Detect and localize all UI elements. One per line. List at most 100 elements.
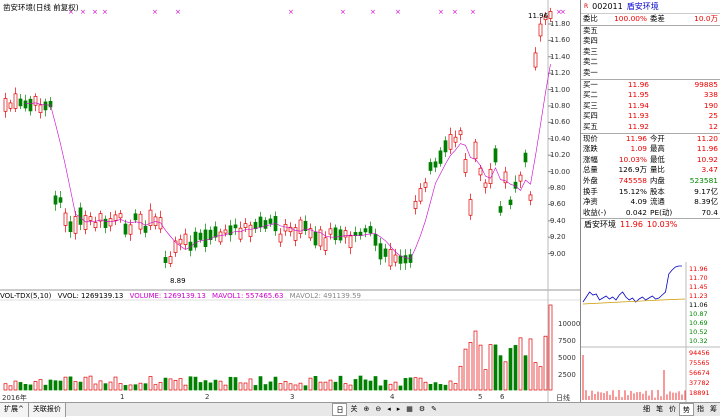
mini-volume-tick: 94456 — [689, 349, 710, 357]
tab-expand[interactable]: 扩展^ — [0, 402, 29, 417]
sell-volume — [649, 36, 718, 47]
candle-body — [218, 231, 223, 243]
weicha-label: 委差 — [650, 14, 665, 23]
tool-zoom-out-icon[interactable]: ⊖ — [372, 403, 384, 416]
right-tab-detail[interactable]: 细 — [640, 403, 653, 416]
volume-bar — [283, 381, 288, 391]
candle-body — [363, 228, 368, 233]
sell-price — [607, 26, 649, 37]
buy-price: 11.93 — [627, 111, 649, 121]
volume-bar — [48, 379, 53, 391]
stat-label: 净资 — [583, 197, 598, 207]
candle-body — [478, 167, 483, 176]
volume-bar — [238, 382, 243, 391]
candle-body — [253, 221, 258, 230]
candle-body — [183, 233, 188, 245]
volume-bar — [193, 376, 198, 391]
volume-bar — [533, 362, 538, 391]
stat-label: 股本 — [650, 186, 665, 196]
buy-label: 买五 — [583, 121, 598, 131]
kline-chart-area[interactable]: × × × × × × × × × × × × × × × 凿安环境(日线 前复权) VOL-TDX(5,1… — [0, 0, 580, 402]
volume-bar — [58, 380, 63, 391]
candle-body — [108, 218, 113, 227]
tool-wrench-icon[interactable]: ✎ — [428, 403, 440, 416]
stat-row: 外盘 745558 内盘 523581 — [581, 176, 720, 187]
price-axis-tick: 10.80 — [550, 102, 571, 110]
stat-label: 今开 — [650, 133, 665, 143]
candle-body — [103, 218, 108, 228]
tool-settings-icon[interactable]: ⚙ — [416, 403, 428, 416]
right-tab-tick[interactable]: 笔 — [653, 403, 666, 416]
mini-pct: 10.03% — [646, 220, 678, 230]
kline-chart[interactable]: × × × × × × × × × × × × × ×× — [0, 0, 580, 402]
stat-label: PE(动) — [650, 207, 673, 217]
volume-bar — [148, 376, 153, 391]
volume-bar — [163, 377, 168, 391]
right-tab-chips[interactable]: 筹 — [707, 403, 720, 416]
volume-bar — [253, 385, 258, 391]
candle-body — [113, 214, 118, 221]
candle-body — [168, 256, 173, 264]
mini-price-tick: 10.69 — [689, 319, 708, 327]
candle-body — [133, 213, 138, 221]
buy-volume: 12 — [708, 121, 718, 131]
volume-bar — [523, 355, 528, 391]
candle-body — [258, 216, 263, 228]
volume-bar — [348, 384, 353, 391]
stat-row: 涨跌 1.09 最高 11.96 — [581, 144, 720, 155]
candle-body — [163, 257, 168, 263]
right-tab-trend[interactable]: 势 — [679, 403, 694, 416]
price-axis-tick: 11.00 — [550, 85, 571, 94]
candle-body — [528, 194, 533, 201]
volume-bar — [473, 330, 478, 391]
buy-volume: 25 — [708, 111, 718, 121]
candle-body — [498, 206, 503, 213]
candle-body — [423, 182, 428, 188]
volume-bar — [343, 383, 348, 391]
candle-body — [328, 228, 333, 235]
stat-row: 现价 11.96 今开 11.20 — [581, 134, 720, 145]
event-marker: × — [92, 8, 98, 16]
right-tab-price[interactable]: 价 — [666, 403, 679, 416]
tab-related-quotes[interactable]: 关联报价 — [28, 402, 66, 417]
weibi-label: 委比 — [583, 14, 598, 23]
buy-volume: 338 — [703, 90, 718, 100]
candle-body — [118, 213, 123, 219]
candle-body — [33, 96, 38, 106]
tool-grid-icon[interactable]: ▦ — [403, 403, 416, 416]
candle-body — [293, 227, 298, 241]
candle-body — [313, 231, 318, 246]
vol-value: VVOL: 1269139.13 — [57, 292, 124, 300]
tool-zoom-in-icon[interactable]: ⊕ — [360, 403, 372, 416]
candle-body — [13, 93, 18, 109]
volume-bar — [178, 378, 183, 391]
sell-price — [607, 47, 649, 58]
volume-bar — [398, 385, 403, 391]
date-axis-label: 5 — [478, 393, 483, 401]
sell-row: 卖四 — [581, 36, 720, 47]
candle-body — [203, 229, 208, 247]
price-axis-tick: 10.40 — [550, 134, 571, 143]
buy-row: 买五 11.92 12 — [581, 122, 720, 133]
volume-bar — [338, 375, 343, 391]
tool-close[interactable]: 关 — [347, 403, 360, 416]
volume-axis-tick: 5000 — [558, 354, 576, 362]
candle-body — [278, 233, 283, 243]
candle-body — [73, 216, 78, 234]
mini-stock-name: 盾安环境 — [584, 220, 616, 230]
candle-body — [93, 222, 98, 229]
volume-bar — [53, 380, 58, 391]
right-tab-index[interactable]: 指 — [694, 403, 707, 416]
vol-mavol1: MAVOL1: 557465.63 — [212, 292, 284, 300]
intraday-mini-chart[interactable]: 11.9611.7011.4511.2311.0610.8710.6910.52… — [581, 262, 720, 402]
tool-right-icon[interactable]: ▸ — [394, 403, 404, 416]
volume-bar — [203, 380, 208, 391]
candle-body — [263, 220, 268, 229]
volume-bar — [518, 337, 523, 391]
candle-body — [388, 249, 393, 267]
volume-bar — [143, 383, 148, 391]
tool-day[interactable]: 日 — [332, 403, 348, 416]
candle-body — [268, 218, 273, 224]
tool-left-icon[interactable]: ◂ — [384, 403, 394, 416]
buy-row: 买二 11.95 338 — [581, 90, 720, 101]
